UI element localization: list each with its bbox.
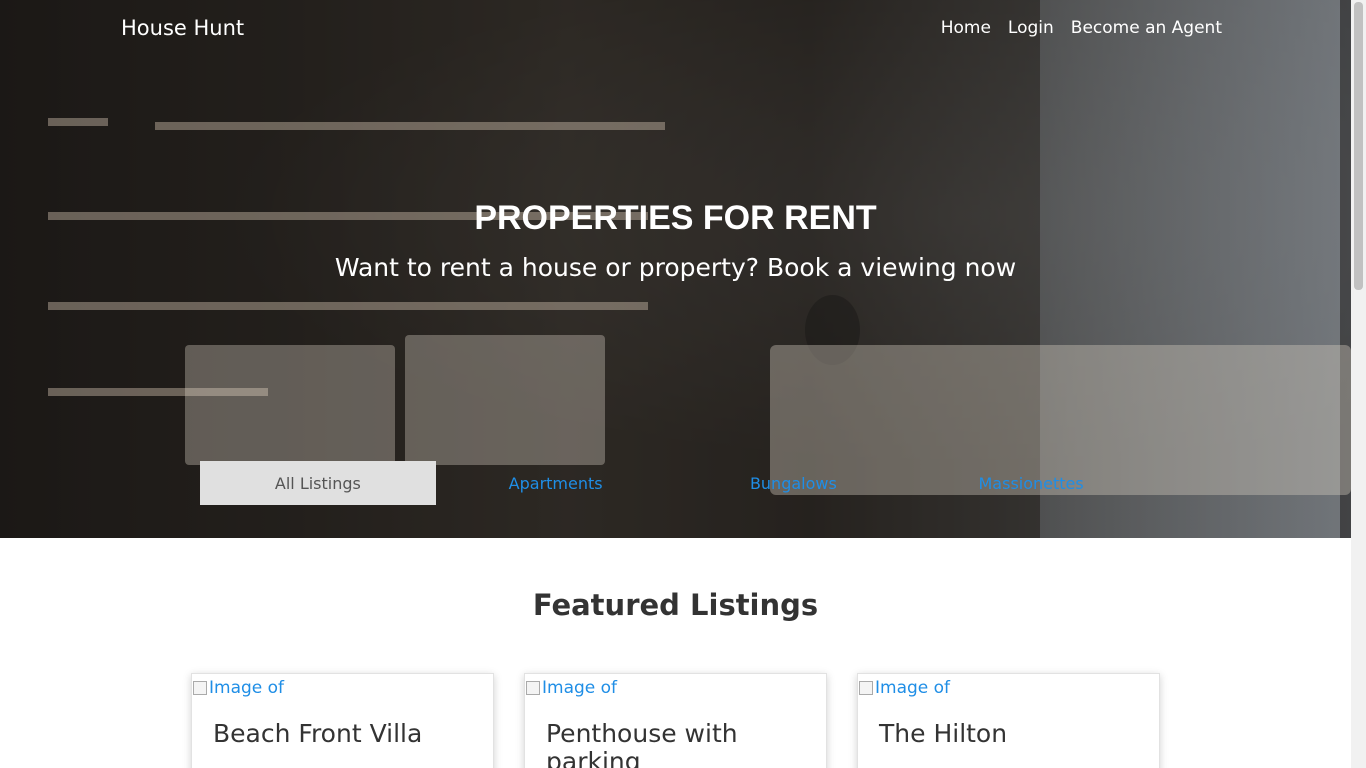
featured-listings-cards: Image of Beach Front Villa Image of Pent…	[191, 673, 1160, 768]
listing-title[interactable]: Beach Front Villa	[192, 698, 493, 748]
hero-subtitle: Want to rent a house or property? Book a…	[334, 253, 1017, 282]
broken-image-icon	[859, 681, 873, 695]
armchair-decor	[405, 335, 605, 465]
listing-image-alt: Image of	[209, 678, 285, 698]
shelf-decor	[48, 118, 108, 126]
listing-image-alt: Image of	[542, 678, 618, 698]
tab-massionettes[interactable]: Massionettes	[913, 461, 1149, 505]
nav-home-link[interactable]: Home	[941, 18, 991, 38]
listing-image-alt: Image of	[875, 678, 951, 698]
nav-login-link[interactable]: Login	[1008, 18, 1054, 38]
armchair-decor	[185, 345, 395, 465]
broken-image-icon	[193, 681, 207, 695]
shelf-decor	[48, 302, 648, 310]
tab-bungalows[interactable]: Bungalows	[676, 461, 912, 505]
tab-all-listings[interactable]: All Listings	[200, 461, 436, 505]
listing-title[interactable]: The Hilton	[858, 698, 1159, 748]
tab-apartments[interactable]: Apartments	[438, 461, 674, 505]
listing-card[interactable]: Image of The Hilton	[857, 673, 1160, 768]
listing-image[interactable]: Image of	[858, 674, 1159, 698]
category-tabs: All Listings Apartments Bungalows Massio…	[200, 461, 1151, 505]
nav-links: Home Login Become an Agent	[941, 18, 1222, 38]
nav-become-agent-link[interactable]: Become an Agent	[1071, 18, 1222, 38]
listing-image[interactable]: Image of	[525, 674, 826, 698]
hero-title: PROPERTIES FOR RENT	[474, 199, 877, 237]
page-scrollbar[interactable]	[1351, 0, 1366, 768]
listing-card[interactable]: Image of Penthouse with parking	[524, 673, 827, 768]
featured-listings-title: Featured Listings	[532, 588, 819, 622]
shelf-decor	[155, 122, 665, 130]
listing-image[interactable]: Image of	[192, 674, 493, 698]
brand-logo[interactable]: House Hunt	[121, 16, 244, 40]
broken-image-icon	[526, 681, 540, 695]
top-navbar: House Hunt Home Login Become an Agent	[0, 0, 1351, 60]
listing-card[interactable]: Image of Beach Front Villa	[191, 673, 494, 768]
scrollbar-thumb[interactable]	[1354, 2, 1363, 290]
listing-title[interactable]: Penthouse with parking	[525, 698, 826, 768]
